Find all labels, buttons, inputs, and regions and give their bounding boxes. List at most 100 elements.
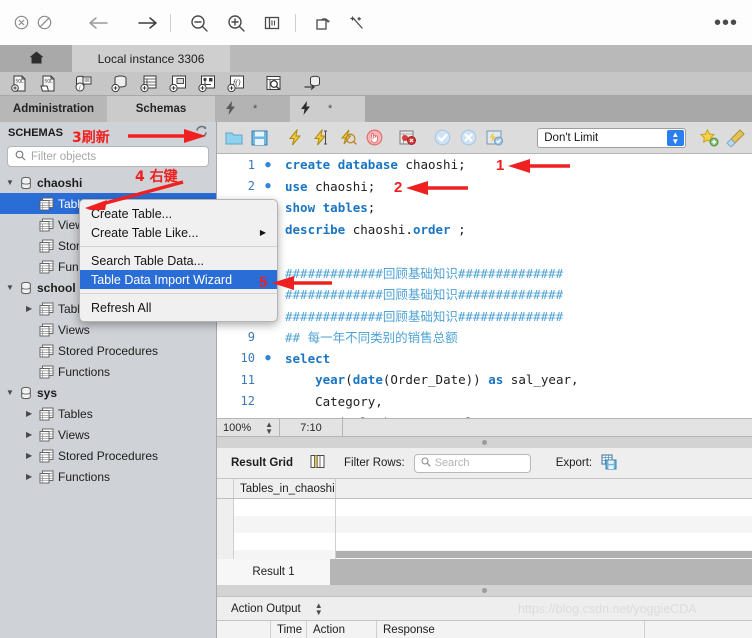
sql-editor-tab-1[interactable]: * [215, 96, 290, 122]
tab-administration[interactable]: Administration [0, 96, 107, 122]
new-sql-tab-icon[interactable]: SQL [8, 74, 30, 94]
code-line[interactable]: 1 ● create database chaoshi; [217, 154, 752, 176]
editor-result-splitter[interactable] [217, 437, 752, 448]
menu-item-table-data-import-wizard[interactable]: Table Data Import Wizard [80, 270, 277, 289]
create-procedure-icon[interactable] [196, 74, 218, 94]
create-view-icon[interactable] [167, 74, 189, 94]
code-line[interactable]: 10 ● select [217, 348, 752, 370]
export-icon[interactable] [601, 454, 617, 473]
table-cell[interactable] [234, 533, 336, 550]
table-row[interactable] [217, 516, 752, 533]
action-output-column-header[interactable]: Action [307, 621, 377, 638]
execute-icon[interactable] [286, 127, 305, 149]
commit-icon[interactable] [433, 127, 452, 149]
table-row[interactable] [217, 499, 752, 516]
chevron-down-icon[interactable]: ▼ [6, 388, 15, 397]
back-arrow-icon[interactable] [86, 14, 112, 32]
rotate-icon[interactable] [314, 14, 332, 32]
create-function-icon[interactable]: f() [225, 74, 247, 94]
column-header[interactable]: Tables_in_chaoshi [234, 479, 336, 498]
code-line[interactable]: show tables; [217, 197, 752, 219]
code-line[interactable]: #############回顾基础知识############## [217, 262, 752, 284]
chevron-right-icon[interactable]: ▶ [26, 451, 35, 460]
result-grid-hscrollbar[interactable] [336, 551, 752, 558]
home-tab[interactable] [0, 45, 72, 72]
sql-editor-tab-2[interactable]: * [290, 96, 365, 122]
reconnect-server-icon[interactable] [301, 74, 323, 94]
menu-item-create-table[interactable]: Create Table... [80, 204, 277, 223]
rollback-icon[interactable] [459, 127, 478, 149]
connection-info-icon[interactable]: i [72, 74, 94, 94]
table-row[interactable] [217, 533, 752, 550]
result-output-splitter[interactable] [217, 585, 752, 596]
menu-item-refresh-all[interactable]: Refresh All [80, 298, 277, 317]
tab-schemas[interactable]: Schemas [107, 96, 215, 122]
filter-rows-input[interactable] [434, 457, 524, 469]
execute-current-icon[interactable] [312, 127, 331, 149]
code-line[interactable]: 9 ## 每一年不同类别的销售总额 [217, 326, 752, 348]
chevron-right-icon[interactable]: ▶ [26, 409, 35, 418]
instance-tab[interactable]: Local instance 3306 [72, 45, 230, 72]
code-line[interactable]: 11 year(date(Order_Date)) as sal_year, [217, 369, 752, 391]
fit-window-icon[interactable] [263, 14, 281, 32]
code-line[interactable] [217, 240, 752, 262]
sql-code-editor[interactable]: 1 ● create database chaoshi; 2 ● use chaoshi;… [217, 154, 752, 418]
tree-item-stored-procedures[interactable]: ▶Stored Procedures [0, 340, 216, 361]
zoom-in-icon[interactable] [226, 13, 246, 33]
tree-item-functions[interactable]: ▶Functions [0, 361, 216, 382]
code-line[interactable]: #############回顾基础知识############## [217, 283, 752, 305]
code-line[interactable]: describe chaoshi.order ; [217, 219, 752, 241]
table-icon [39, 197, 54, 211]
grid-view-icon[interactable] [310, 454, 325, 472]
toggle-snippets-icon[interactable] [699, 127, 719, 149]
code-line[interactable]: #############回顾基础知识############## [217, 305, 752, 327]
filter-rows-box[interactable] [413, 453, 531, 473]
chevron-down-icon[interactable]: ▼ [6, 178, 15, 187]
table-cell[interactable] [234, 516, 336, 533]
tree-item-functions[interactable]: ▶Functions [0, 466, 216, 487]
tree-item-views[interactable]: ▶Views [0, 319, 216, 340]
close-icon[interactable] [14, 15, 29, 30]
code-line[interactable]: 2 ● use chaoshi; [217, 176, 752, 198]
explain-icon[interactable] [339, 127, 358, 149]
chevron-down-icon[interactable]: ▼ [6, 283, 15, 292]
save-file-icon[interactable] [250, 127, 269, 149]
chevron-updown-icon[interactable]: ▲ ▼ [315, 601, 323, 616]
toggle-breakpoint-icon[interactable] [399, 127, 418, 149]
chevron-right-icon[interactable]: ▶ [26, 304, 35, 313]
zoom-out-icon[interactable] [189, 13, 209, 33]
menu-item-search-table-data[interactable]: Search Table Data... [80, 251, 277, 270]
block-icon[interactable] [37, 15, 52, 30]
refresh-icon[interactable] [195, 125, 208, 141]
chevron-right-icon[interactable]: ▶ [26, 430, 35, 439]
create-schema-icon[interactable] [109, 74, 131, 94]
magic-wand-icon[interactable] [348, 14, 366, 32]
filter-objects-input[interactable] [31, 150, 201, 163]
open-file-icon[interactable] [224, 127, 243, 149]
search-data-icon[interactable] [262, 74, 284, 94]
tree-item-tables[interactable]: ▶ Tables [0, 403, 216, 424]
overflow-menu-icon[interactable]: ••• [714, 13, 738, 33]
beautify-sql-icon[interactable] [726, 127, 745, 149]
table-cell[interactable] [234, 499, 336, 516]
tree-item-stored-procedures[interactable]: ▶Stored Procedures [0, 445, 216, 466]
result-grid[interactable]: Tables_in_chaoshi [217, 479, 752, 567]
tree-item-views[interactable]: ▶Views [0, 424, 216, 445]
tree-item-chaoshi[interactable]: ▼ chaoshi [0, 172, 216, 193]
filter-objects-box[interactable] [7, 146, 209, 167]
action-output-column-header[interactable] [217, 621, 271, 638]
stop-icon[interactable] [365, 127, 384, 149]
chevron-right-icon[interactable]: ▶ [26, 472, 35, 481]
forward-arrow-icon[interactable] [134, 14, 160, 32]
editor-zoom-control[interactable]: 100% ▲ ▼ [217, 420, 279, 435]
action-output-column-header[interactable]: Time [271, 621, 307, 638]
result-tab-1[interactable]: Result 1 [217, 559, 330, 585]
menu-item-create-table-like[interactable]: Create Table Like... ▶ [80, 223, 277, 242]
open-sql-script-icon[interactable]: SQL [37, 74, 59, 94]
autocommit-icon[interactable] [485, 127, 504, 149]
code-line[interactable]: 12 Category, [217, 391, 752, 413]
limit-rows-select[interactable]: Don't Limit ▲ ▼ [537, 127, 686, 148]
action-output-column-header[interactable]: Response [377, 621, 645, 638]
create-table-icon[interactable] [138, 74, 160, 94]
tree-item-sys[interactable]: ▼ sys [0, 382, 216, 403]
